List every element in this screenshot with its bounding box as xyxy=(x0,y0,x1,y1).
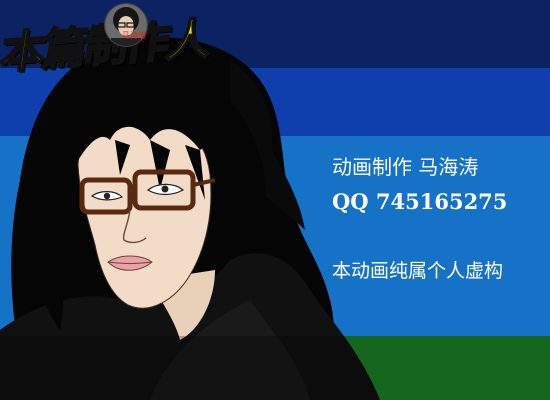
bottom-shade xyxy=(0,336,550,400)
avatar-label: 马海涛 xyxy=(122,31,146,40)
glasses-bridge xyxy=(129,188,136,194)
credit-qq: QQ 745165275 xyxy=(332,189,508,214)
animation-stage: 本篇制作人 马海涛 动画制作 马海涛 QQ 745165275 本动画纯属个人虚… xyxy=(0,0,550,400)
credit-author: 动画制作 马海涛 xyxy=(332,155,479,179)
credit-disclaimer: 本动画纯属个人虚构 xyxy=(332,260,504,282)
